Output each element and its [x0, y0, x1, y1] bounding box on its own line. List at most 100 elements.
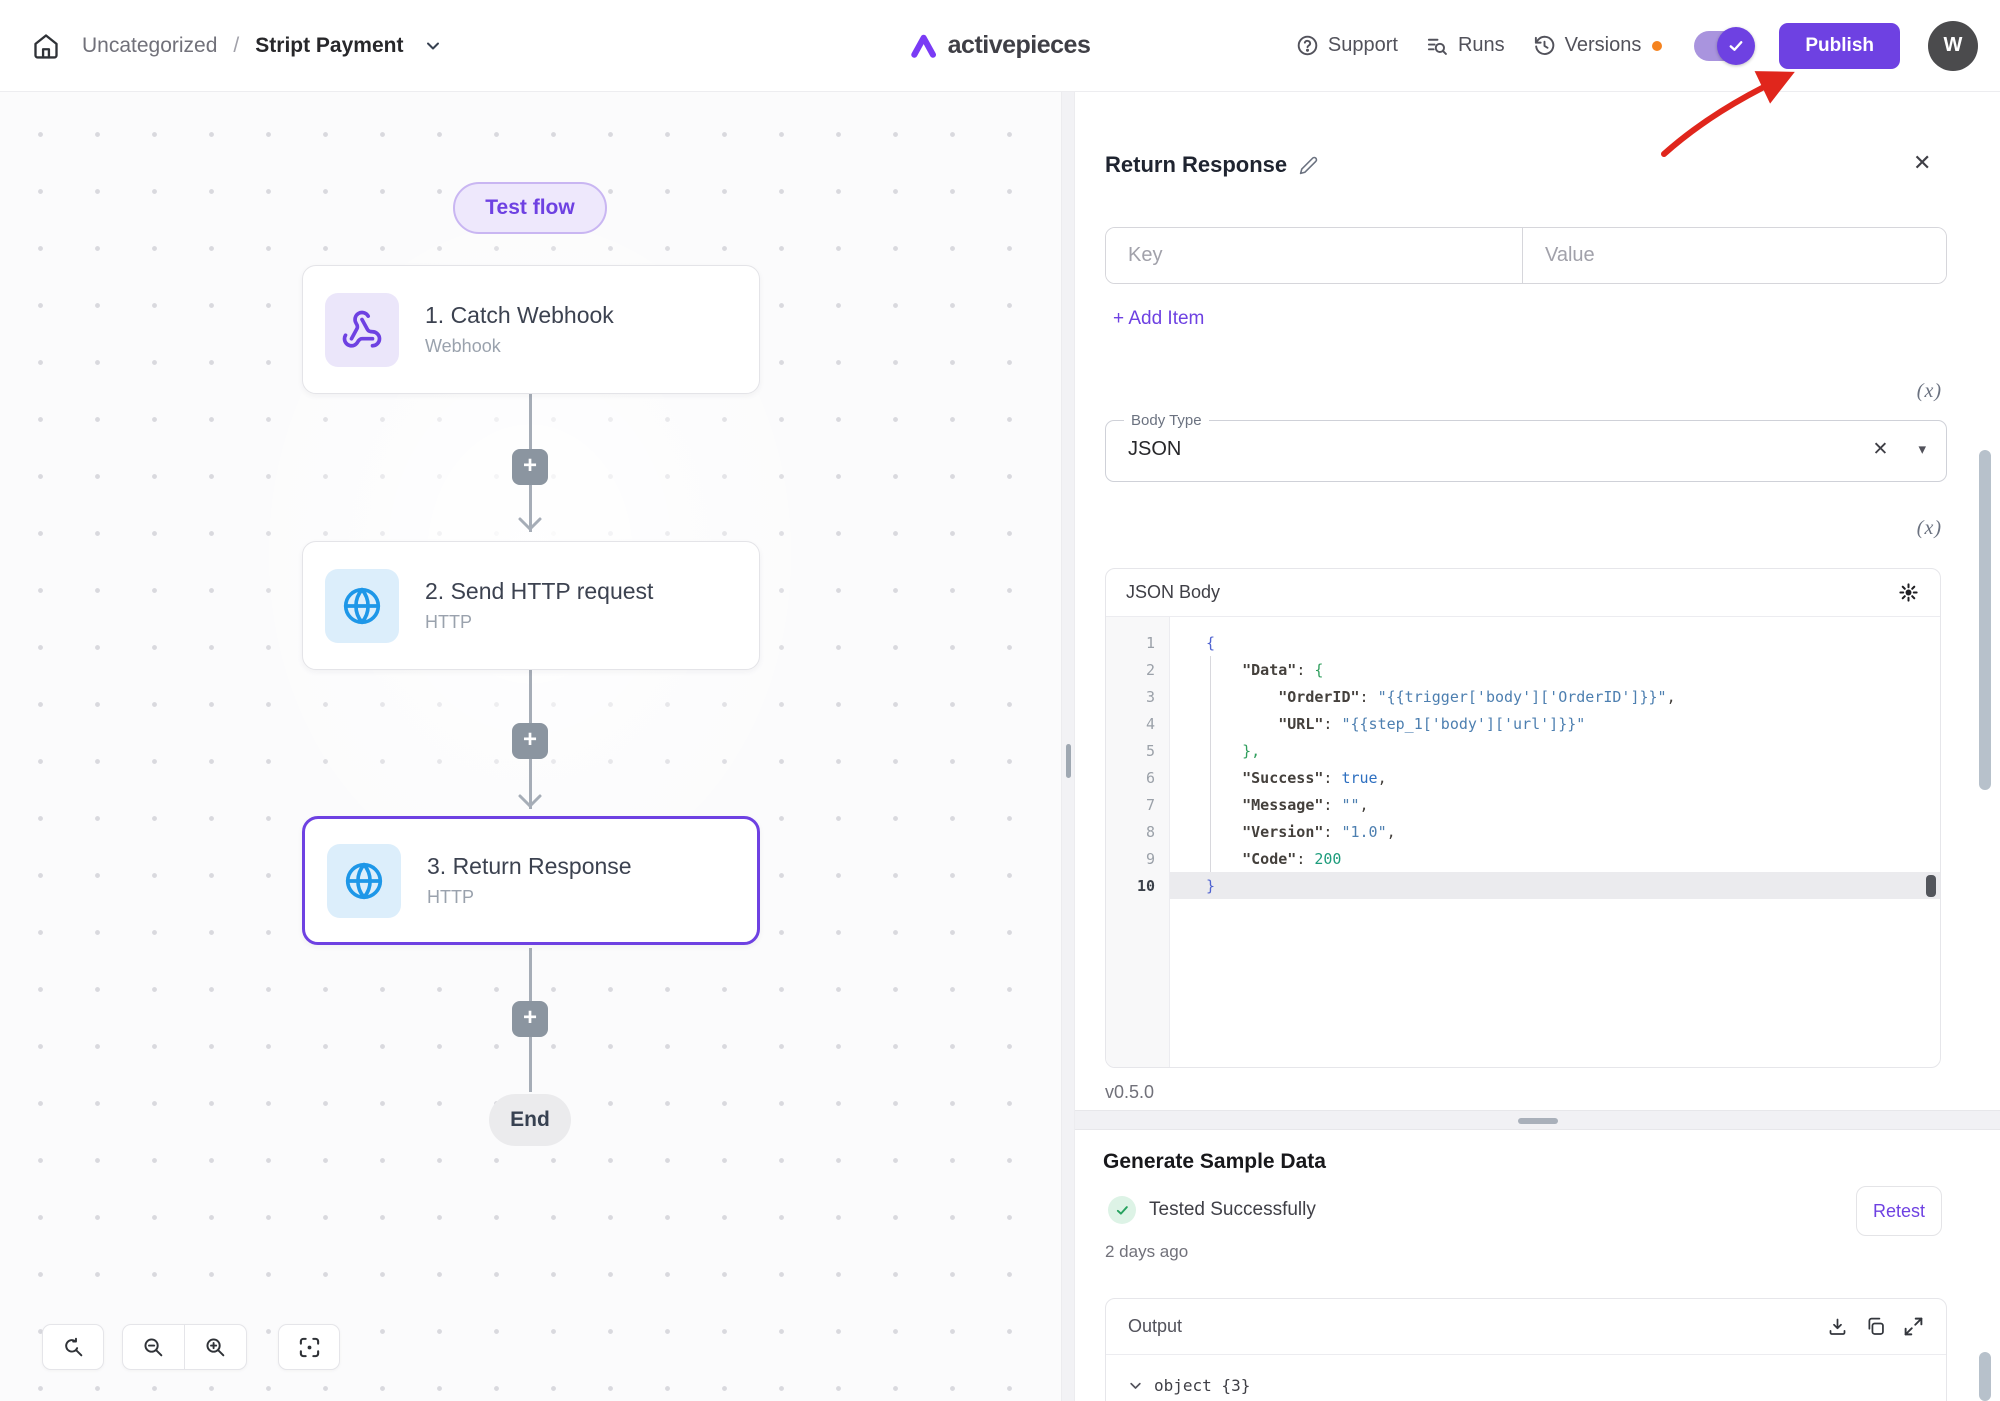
headers-key-value-row: [1105, 227, 1947, 284]
top-bar-actions: Support Runs Versions Publish W: [1296, 21, 1978, 71]
line-content[interactable]: }: [1170, 872, 1940, 899]
step-card-catch-webhook[interactable]: 1. Catch Webhook Webhook: [302, 265, 760, 394]
runs-icon: [1426, 34, 1449, 57]
close-panel-button[interactable]: ✕: [1913, 150, 1931, 176]
runs-button[interactable]: Runs: [1426, 34, 1505, 57]
json-body-editor: JSON Body 1{2 "Data": {3 "OrderID": "{{t…: [1105, 568, 1941, 1068]
line-content[interactable]: "URL": "{{step_1['body']['url']}}": [1170, 710, 1940, 737]
piece-version-label: v0.5.0: [1105, 1082, 1154, 1103]
panel-resize-splitter[interactable]: [1061, 92, 1075, 1401]
line-number: 7: [1106, 796, 1170, 814]
code-line[interactable]: 5 },: [1106, 737, 1940, 764]
splitter-handle[interactable]: [1518, 1118, 1558, 1124]
line-content[interactable]: "Version": "1.0",: [1170, 818, 1940, 845]
step-card-send-http[interactable]: 2. Send HTTP request HTTP: [302, 541, 760, 670]
editor-scrollbar-thumb[interactable]: [1926, 875, 1936, 897]
code-line[interactable]: 6 "Success": true,: [1106, 764, 1940, 791]
breadcrumb-flow-name[interactable]: Stript Payment: [255, 34, 403, 58]
panel-title: Return Response: [1105, 152, 1287, 178]
home-icon: [32, 32, 60, 60]
splitter-handle[interactable]: [1066, 744, 1071, 778]
breadcrumb-separator: /: [233, 34, 239, 58]
code-line[interactable]: 9 "Code": 200: [1106, 845, 1940, 872]
support-button[interactable]: Support: [1296, 34, 1398, 57]
step-card-return-response[interactable]: 3. Return Response HTTP: [302, 816, 760, 945]
toggle-thumb: [1717, 27, 1755, 65]
test-status-row: Tested Successfully: [1108, 1196, 1316, 1224]
code-line[interactable]: 8 "Version": "1.0",: [1106, 818, 1940, 845]
code-line[interactable]: 7 "Message": "",: [1106, 791, 1940, 818]
line-content[interactable]: "Success": true,: [1170, 764, 1940, 791]
top-bar: Uncategorized / Stript Payment activepie…: [0, 0, 2000, 92]
body-type-select[interactable]: Body Type JSON ✕ ▾: [1105, 412, 1947, 482]
line-number: 5: [1106, 742, 1170, 760]
expand-icon[interactable]: [1903, 1316, 1924, 1337]
flow-menu-button[interactable]: [423, 36, 443, 56]
fit-to-view-button[interactable]: [278, 1324, 340, 1370]
panel-scrollbar-thumb[interactable]: [1979, 450, 1991, 790]
runs-label: Runs: [1458, 34, 1505, 57]
insert-variable-icon[interactable]: (x): [1917, 517, 1942, 540]
step-title: 3. Return Response: [427, 853, 632, 880]
ai-generate-icon[interactable]: [1897, 581, 1920, 604]
line-number: 4: [1106, 715, 1170, 733]
copy-icon[interactable]: [1865, 1316, 1886, 1337]
zoom-out-icon: [142, 1336, 165, 1359]
fit-to-view-icon: [298, 1336, 321, 1359]
publish-button[interactable]: Publish: [1779, 23, 1900, 69]
code-editor[interactable]: 1{2 "Data": {3 "OrderID": "{{trigger['bo…: [1106, 617, 1940, 1068]
code-line[interactable]: 2 "Data": {: [1106, 656, 1940, 683]
globe-icon: [325, 569, 399, 643]
retest-button[interactable]: Retest: [1856, 1186, 1942, 1236]
dropdown-caret-icon[interactable]: ▾: [1918, 440, 1926, 458]
edit-pencil-icon[interactable]: [1299, 156, 1318, 175]
home-button[interactable]: [26, 26, 66, 66]
success-check-icon: [1108, 1196, 1136, 1224]
zoom-in-button[interactable]: [185, 1325, 246, 1369]
output-title: Output: [1128, 1316, 1182, 1337]
code-line[interactable]: 4 "URL": "{{step_1['body']['url']}}": [1106, 710, 1940, 737]
tree-node-label[interactable]: object {3}: [1154, 1376, 1250, 1395]
versions-button[interactable]: Versions: [1533, 34, 1663, 57]
logo-text: activepieces: [948, 31, 1091, 60]
flow-builder-app: Uncategorized / Stript Payment activepie…: [0, 0, 2000, 1401]
tree-collapse-icon[interactable]: [1128, 1378, 1143, 1393]
flow-end-marker: End: [489, 1094, 571, 1146]
code-line[interactable]: 1{: [1106, 629, 1940, 656]
section-resize-splitter[interactable]: [1075, 1110, 2000, 1130]
line-number: 10: [1106, 877, 1170, 895]
panel-header: Return Response: [1105, 152, 1318, 178]
step-subtitle: HTTP: [425, 612, 653, 633]
clear-selection-icon[interactable]: ✕: [1873, 438, 1889, 461]
code-line[interactable]: 3 "OrderID": "{{trigger['body']['OrderID…: [1106, 683, 1940, 710]
line-content[interactable]: {: [1170, 629, 1940, 656]
line-content[interactable]: "Message": "",: [1170, 791, 1940, 818]
body-type-value: JSON: [1128, 438, 1181, 461]
key-input[interactable]: [1106, 228, 1523, 283]
download-icon[interactable]: [1827, 1316, 1848, 1337]
insert-variable-icon[interactable]: (x): [1917, 380, 1942, 403]
line-content[interactable]: "OrderID": "{{trigger['body']['OrderID']…: [1170, 683, 1940, 710]
line-content[interactable]: "Code": 200: [1170, 845, 1940, 872]
add-step-button[interactable]: +: [512, 723, 548, 759]
output-actions: [1827, 1316, 1924, 1337]
reset-zoom-button[interactable]: [42, 1324, 104, 1370]
generate-sample-data-heading: Generate Sample Data: [1103, 1150, 1326, 1174]
value-input[interactable]: [1523, 228, 1946, 283]
section-scrollbar-thumb[interactable]: [1979, 1352, 1991, 1401]
add-step-button[interactable]: +: [512, 1001, 548, 1037]
flow-enabled-toggle[interactable]: [1694, 31, 1751, 61]
line-content[interactable]: "Data": {: [1170, 656, 1940, 683]
body-type-label: Body Type: [1124, 412, 1209, 429]
zoom-out-button[interactable]: [123, 1325, 184, 1369]
connector-arrowhead-icon: [517, 516, 543, 532]
add-step-button[interactable]: +: [512, 449, 548, 485]
add-item-button[interactable]: + Add Item: [1113, 308, 1204, 330]
line-content[interactable]: },: [1170, 737, 1940, 764]
test-flow-button[interactable]: Test flow: [453, 182, 607, 234]
code-line[interactable]: 10}: [1106, 872, 1940, 899]
flow-canvas[interactable]: Test flow + + + 1. Catch Webhook Webhook: [0, 92, 1061, 1401]
reset-zoom-icon: [62, 1336, 85, 1359]
user-avatar[interactable]: W: [1928, 21, 1978, 71]
breadcrumb-folder[interactable]: Uncategorized: [82, 34, 217, 58]
